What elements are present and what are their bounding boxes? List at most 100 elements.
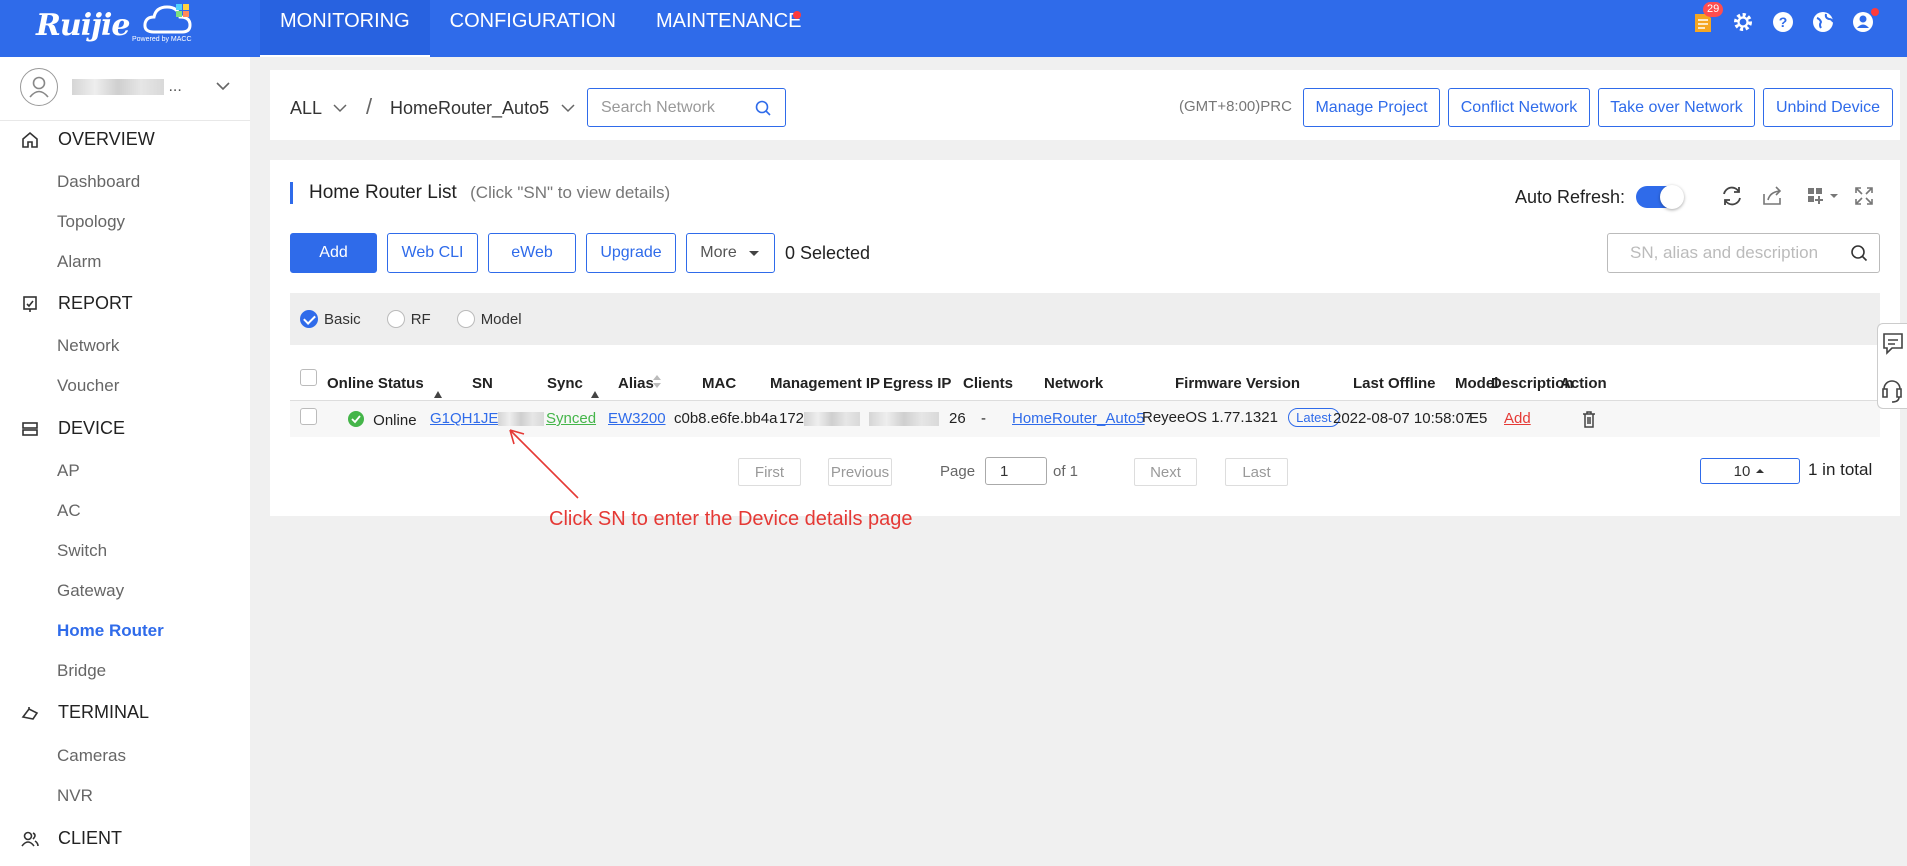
conflict-network-button[interactable]: Conflict Network <box>1448 88 1590 127</box>
sidebar-item-network[interactable]: Network <box>57 336 119 356</box>
sort-up-icon[interactable] <box>653 375 661 380</box>
sidebar-group-report[interactable]: REPORT <box>20 293 133 314</box>
radio-circle-icon <box>386 310 405 328</box>
last-offline-cell: 2022-08-07 10:58:07 <box>1333 410 1473 427</box>
sort-icon[interactable] <box>434 391 442 398</box>
add-description-link[interactable]: Add <box>1504 410 1531 427</box>
delete-icon[interactable] <box>1580 409 1598 433</box>
refresh-icon[interactable] <box>1718 182 1746 210</box>
col-sn: SN <box>472 375 493 392</box>
view-basic-radio[interactable]: Basic <box>300 310 361 328</box>
support-widget[interactable] <box>1877 323 1907 409</box>
sidebar-group-device[interactable]: DEVICE <box>20 418 125 439</box>
col-alias[interactable]: Alias <box>618 375 654 392</box>
sidebar-item-voucher[interactable]: Voucher <box>57 376 119 396</box>
online-status-cell: Online <box>347 410 417 429</box>
sidebar-item-dashboard[interactable]: Dashboard <box>57 172 140 192</box>
scope-label: ALL <box>290 98 322 118</box>
clients-cell: - <box>981 410 986 427</box>
page-number-input[interactable]: 1 <box>985 457 1047 485</box>
chat-icon <box>1883 333 1903 355</box>
fullscreen-icon[interactable] <box>1850 182 1878 210</box>
page-title: Home Router List (Click "SN" to view det… <box>290 182 670 204</box>
search-icon <box>755 100 771 116</box>
alias-link[interactable]: EW3200 <box>608 410 666 427</box>
nav-monitoring[interactable]: MONITORING <box>260 0 430 57</box>
device-search-input[interactable]: SN, alias and description <box>1607 233 1880 273</box>
sn-value: G1QH1JE <box>430 410 499 427</box>
view-model-radio[interactable]: Model <box>456 310 522 328</box>
nav-maintenance[interactable]: MAINTENANCE <box>636 0 822 57</box>
page-count: of 1 <box>1053 463 1079 480</box>
select-all-checkbox[interactable] <box>300 369 317 386</box>
svg-text:?: ? <box>1779 14 1788 30</box>
search-network-input[interactable]: Search Network <box>587 88 786 127</box>
first-page-button[interactable]: First <box>738 458 801 486</box>
maintenance-alert-dot <box>792 11 801 19</box>
home-icon <box>22 131 38 148</box>
next-page-button[interactable]: Next <box>1134 458 1197 486</box>
sidebar-item-topology[interactable]: Topology <box>57 212 125 232</box>
sidebar-item-bridge[interactable]: Bridge <box>57 661 106 681</box>
page-size-value: 10 <box>1733 462 1751 480</box>
logo-text: Ruijie <box>36 8 130 43</box>
sidebar-group-client[interactable]: CLIENT <box>20 828 122 849</box>
globe-icon[interactable] <box>1809 8 1837 36</box>
eweb-button[interactable]: eWeb <box>488 233 576 273</box>
upgrade-button[interactable]: Upgrade <box>586 233 676 273</box>
ruijie-logo[interactable]: Ruijie Powered by MACC <box>36 2 196 46</box>
export-icon[interactable] <box>1758 182 1786 210</box>
network-link[interactable]: HomeRouter_Auto5 <box>1012 410 1145 427</box>
unbind-device-button[interactable]: Unbind Device <box>1763 88 1893 127</box>
col-sync: Sync <box>547 375 583 392</box>
sidebar-item-ac[interactable]: AC <box>57 501 81 521</box>
sidebar-item-ap[interactable]: AP <box>57 461 80 481</box>
row-checkbox[interactable] <box>300 408 317 425</box>
annotation-text: Click SN to enter the Device details pag… <box>549 508 913 530</box>
view-rf-radio[interactable]: RF <box>386 310 431 328</box>
avatar <box>20 68 58 106</box>
sidebar-item-gateway[interactable]: Gateway <box>57 581 124 601</box>
nav-configuration[interactable]: CONFIGURATION <box>430 0 636 57</box>
check-icon <box>300 310 318 328</box>
column-settings-icon[interactable] <box>1804 182 1842 210</box>
user-selector[interactable]: ... <box>20 68 235 108</box>
more-button[interactable]: More <box>686 233 775 273</box>
top-bar: Ruijie Powered by MACC MONITORING CONFIG… <box>0 0 1907 57</box>
powered-by-text: Powered by MACC <box>132 36 192 43</box>
top-nav: MONITORING CONFIGURATION MAINTENANCE <box>260 0 822 57</box>
last-page-button[interactable]: Last <box>1225 458 1288 486</box>
sidebar-item-nvr[interactable]: NVR <box>57 786 93 806</box>
sidebar-divider <box>0 120 250 121</box>
sidebar-group-overview[interactable]: OVERVIEW <box>20 129 155 150</box>
settings-icon[interactable] <box>1729 8 1757 36</box>
mac-cell: c0b8.e6fe.bb4a <box>674 410 778 427</box>
notification-icon[interactable]: 29 <box>1689 2 1724 36</box>
chevron-down-icon <box>333 104 347 113</box>
sidebar-item-home-router[interactable]: Home Router <box>57 621 164 641</box>
web-cli-button[interactable]: Web CLI <box>387 233 478 273</box>
col-clients: Clients <box>963 375 1014 392</box>
user-icon[interactable] <box>1849 8 1879 36</box>
scope-selector[interactable]: ALL <box>290 98 348 119</box>
redacted-username <box>72 78 164 95</box>
top-icon-bar: 29 ? <box>1689 2 1879 36</box>
sidebar-item-cameras[interactable]: Cameras <box>57 746 126 766</box>
sidebar-item-switch[interactable]: Switch <box>57 541 107 561</box>
previous-page-button[interactable]: Previous <box>828 458 892 486</box>
take-over-network-button[interactable]: Take over Network <box>1598 88 1755 127</box>
help-icon[interactable]: ? <box>1769 8 1797 36</box>
sidebar-group-terminal[interactable]: TERMINAL <box>20 702 149 723</box>
sidebar-item-alarm[interactable]: Alarm <box>57 252 101 272</box>
page-size-select[interactable]: 10 <box>1700 458 1800 484</box>
manage-project-button[interactable]: Manage Project <box>1303 88 1440 127</box>
add-button[interactable]: Add <box>290 233 377 273</box>
selected-count: 0 Selected <box>785 243 871 263</box>
sort-icon[interactable] <box>591 391 599 398</box>
col-online-status[interactable]: Online Status <box>327 375 424 392</box>
auto-refresh-toggle[interactable] <box>1636 185 1684 209</box>
network-selector[interactable]: HomeRouter_Auto5 <box>390 98 576 119</box>
device-search-placeholder: SN, alias and description <box>1630 243 1819 262</box>
sort-down-icon[interactable] <box>653 383 661 388</box>
online-check-icon <box>348 411 364 427</box>
